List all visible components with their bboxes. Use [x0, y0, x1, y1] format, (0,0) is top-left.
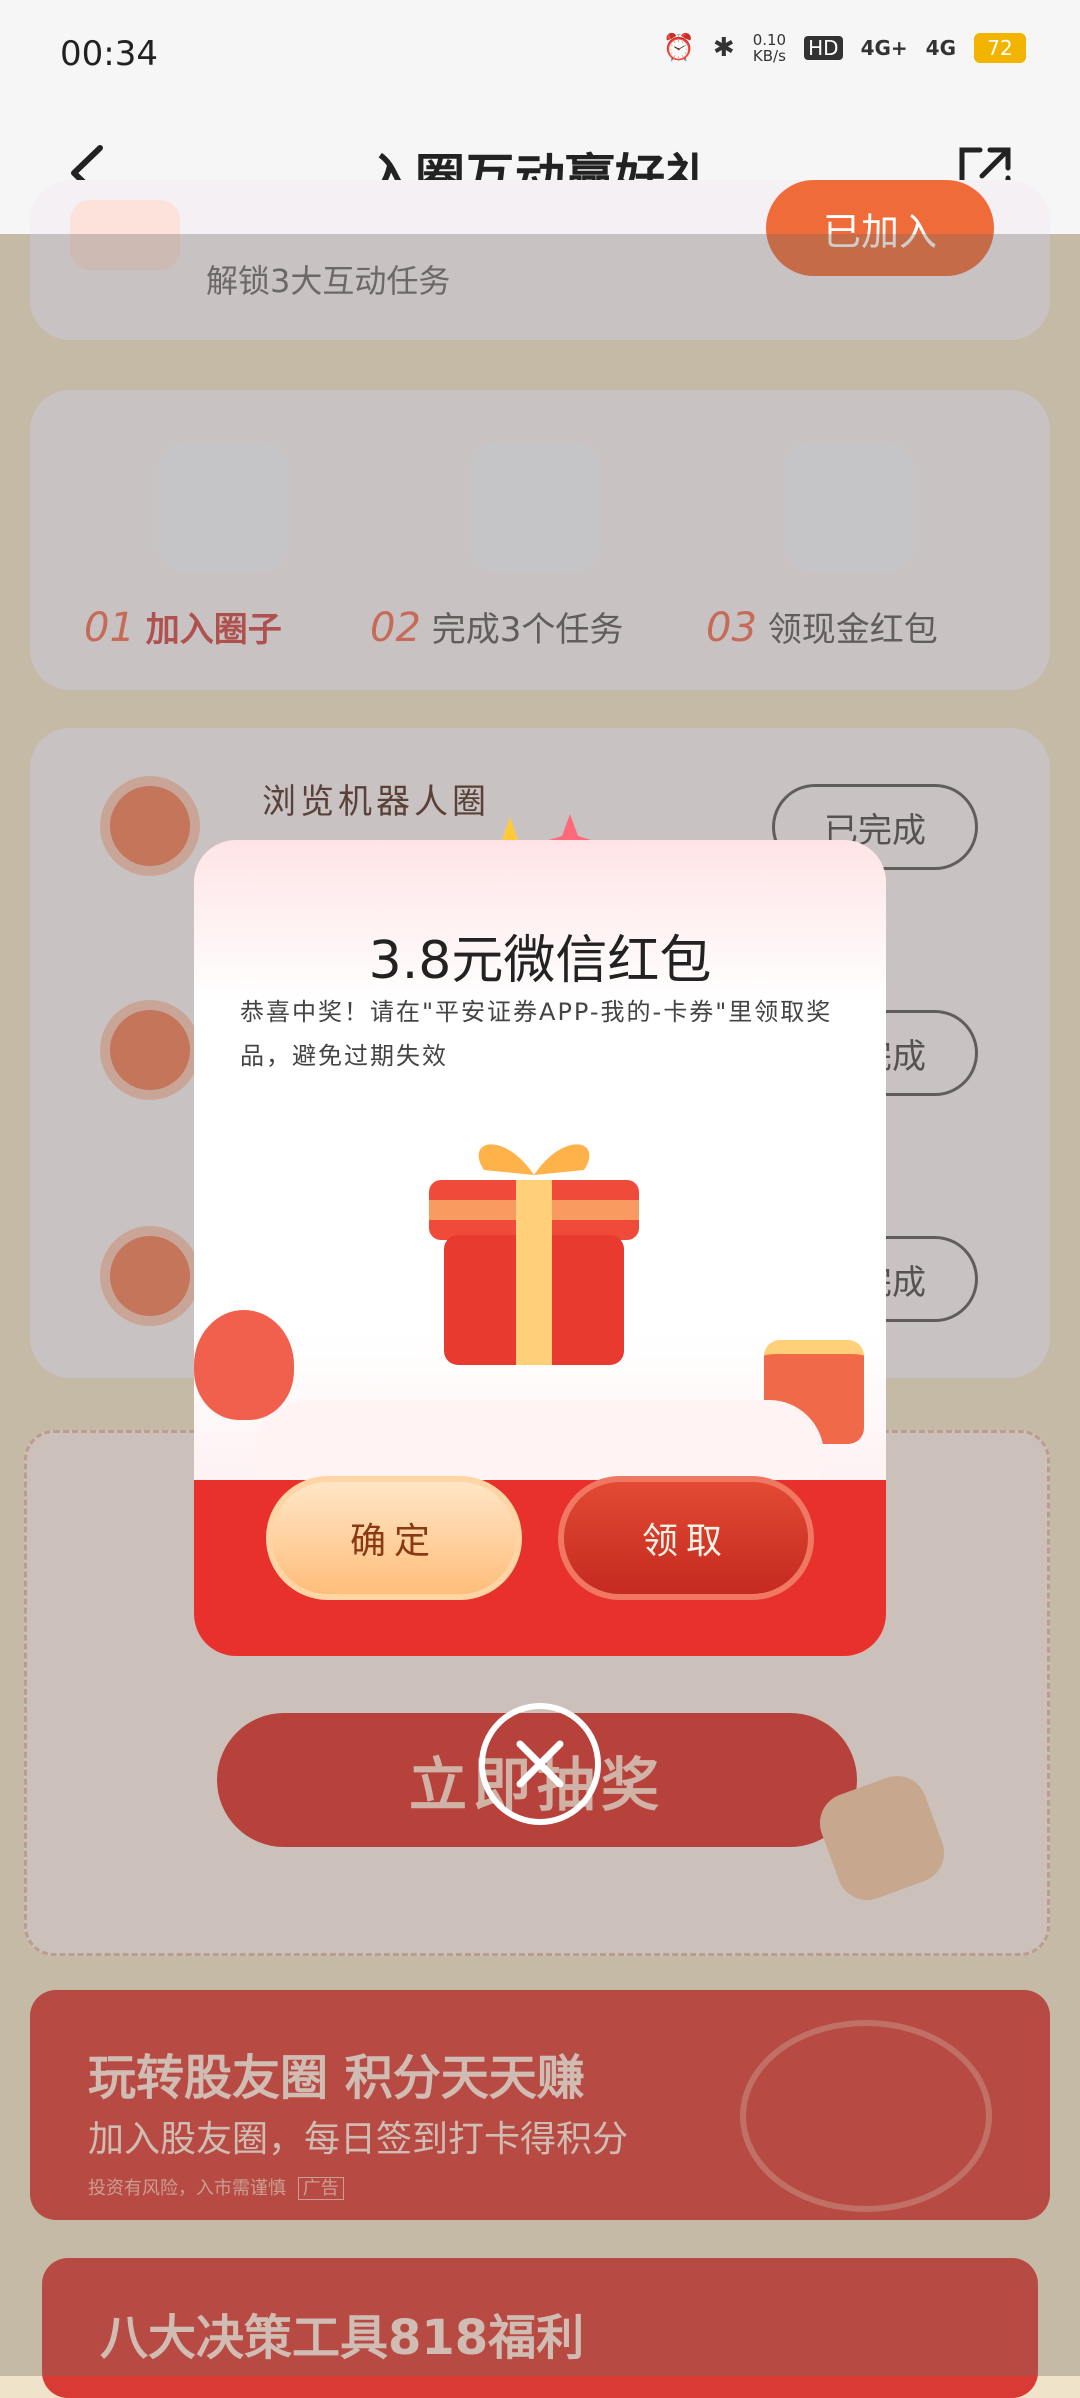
gift-box-icon — [404, 1120, 664, 1370]
sim1-signal: 4G+ — [860, 36, 908, 60]
prize-modal: 3.8元微信红包 恭喜中奖！请在"平安证券APP-我的-卡券"里领取奖品，避免过… — [194, 840, 886, 1656]
battery-indicator: 72 — [974, 33, 1026, 63]
gift-box-graphic — [429, 1144, 639, 1365]
alarm-icon: ⏰ — [662, 33, 695, 63]
hd-badge: HD — [804, 36, 843, 60]
status-icons: ⏰ ✱ 0.10 KB/s HD 4G+ 4G 72 — [663, 32, 1026, 64]
money-bag-icon — [194, 1310, 294, 1420]
bluetooth-icon: ✱ — [712, 33, 735, 63]
claim-button[interactable]: 领取 — [558, 1476, 814, 1600]
speed-value: 0.10 — [752, 31, 787, 49]
confirm-button[interactable]: 确定 — [266, 1476, 522, 1600]
network-speed: 0.10 KB/s — [753, 32, 786, 64]
status-time: 00:34 — [60, 34, 158, 74]
modal-title: 3.8元微信红包 — [368, 931, 712, 991]
close-modal-button[interactable] — [476, 1700, 604, 1828]
status-bar: 00:34 ⏰ ✱ 0.10 KB/s HD 4G+ 4G 72 — [0, 0, 1080, 118]
speed-unit: KB/s — [752, 47, 786, 65]
close-icon — [479, 1703, 601, 1825]
sim2-signal: 4G — [925, 36, 956, 60]
modal-message: 恭喜中奖！请在"平安证券APP-我的-卡券"里领取奖品，避免过期失效 — [240, 998, 833, 1070]
